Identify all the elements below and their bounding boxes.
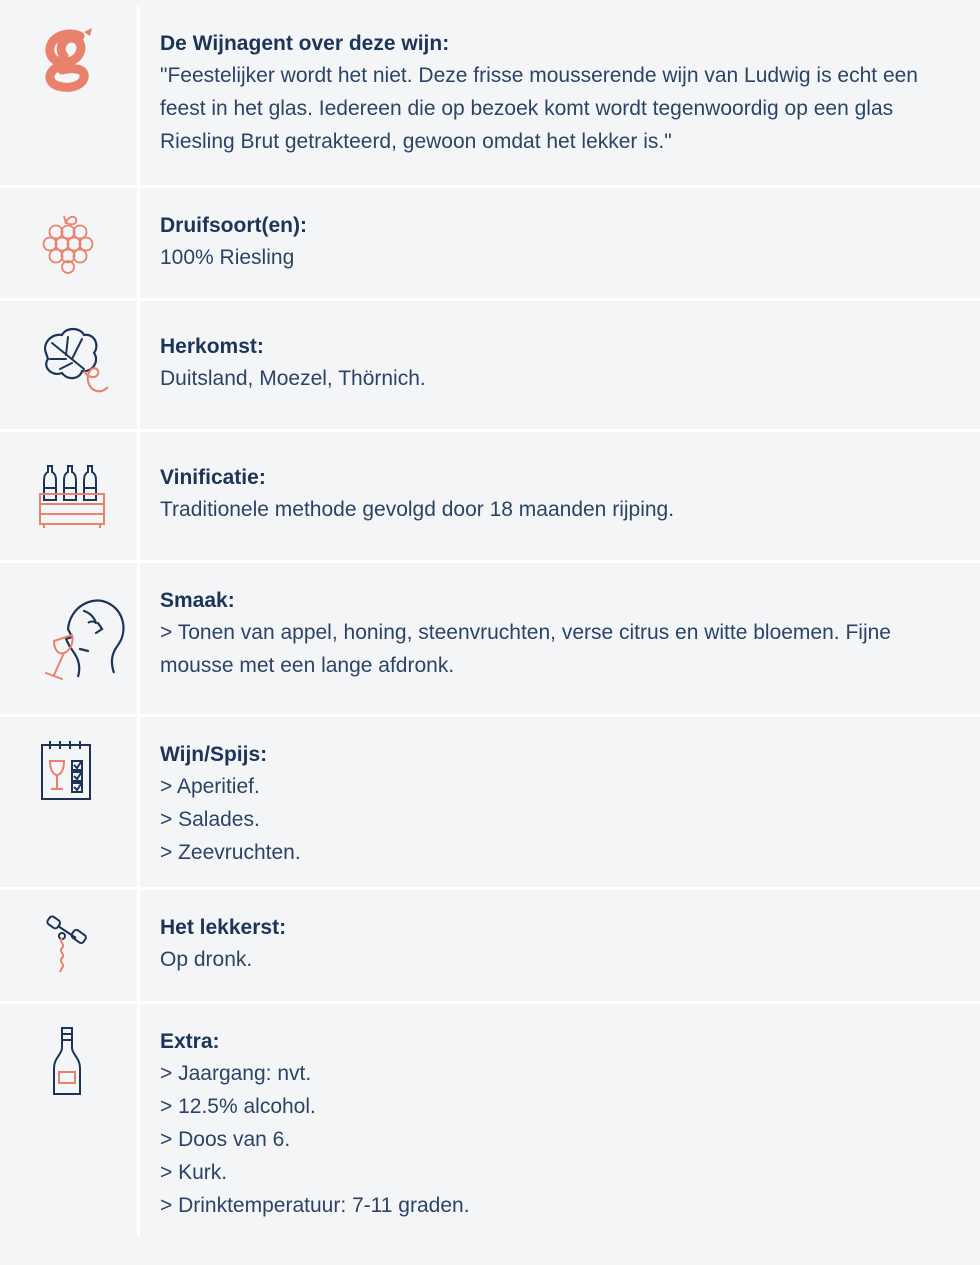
row-label: Vinificatie:	[160, 466, 266, 489]
row-vinificatie: Vinificatie: Traditionele methode gevolg…	[0, 432, 980, 563]
logo-g-icon	[45, 28, 92, 92]
pairing-checklist-icon	[41, 741, 91, 800]
wine-details-panel: De Wijnagent over deze wijn: "Feestelijk…	[0, 0, 980, 1265]
row-line: > Zeevruchten.	[160, 841, 301, 864]
icon-cell	[0, 563, 140, 714]
row-label: Het lekkerst:	[160, 916, 287, 939]
row-label: Wijn/Spijs:	[160, 743, 268, 766]
row-wijnagent: De Wijnagent over deze wijn: "Feestelijk…	[0, 6, 980, 188]
tasting-face-icon	[45, 599, 125, 680]
row-value: Op dronk.	[160, 948, 253, 971]
row-label: De Wijnagent over deze wijn:	[160, 32, 450, 55]
row-value: Traditionele methode gevolgd door 18 maa…	[160, 498, 675, 521]
row-wijn-spijs: Wijn/Spijs: > Aperitief. > Salades. > Ze…	[0, 717, 980, 890]
row-value: 100% Riesling	[160, 246, 295, 269]
row-smaak: Smaak: > Tonen van appel, honing, steenv…	[0, 563, 980, 717]
row-line: > Kurk.	[160, 1161, 228, 1184]
icon-cell	[0, 6, 140, 185]
row-line: > Aperitief.	[160, 775, 260, 798]
vine-leaf-icon	[44, 327, 109, 393]
wine-crate-icon	[39, 465, 105, 528]
champagne-bottle-icon	[53, 1027, 81, 1095]
grapes-icon	[42, 215, 94, 274]
row-value: > Tonen van appel, honing, steenvruchten…	[160, 621, 891, 677]
corkscrew-icon	[46, 915, 87, 973]
row-line: > Jaargang: nvt.	[160, 1062, 312, 1085]
icon-cell	[0, 432, 140, 560]
row-label: Druifsoort(en):	[160, 214, 307, 237]
row-line: > Doos van 6.	[160, 1128, 291, 1151]
row-label: Extra:	[160, 1030, 220, 1053]
row-druifsoort: Druifsoort(en): 100% Riesling	[0, 188, 980, 301]
row-herkomst: Herkomst: Duitsland, Moezel, Thörnich.	[0, 301, 980, 432]
icon-cell	[0, 717, 140, 887]
row-extra: Extra: > Jaargang: nvt. > 12.5% alcohol.…	[0, 1004, 980, 1237]
row-label: Herkomst:	[160, 335, 264, 358]
row-line: > 12.5% alcohol.	[160, 1095, 316, 1118]
row-line: > Drinktemperatuur: 7-11 graden.	[160, 1194, 470, 1217]
icon-cell	[0, 890, 140, 1001]
row-het-lekkerst: Het lekkerst: Op dronk.	[0, 890, 980, 1004]
row-label: Smaak:	[160, 589, 235, 612]
icon-cell	[0, 1004, 140, 1237]
icon-cell	[0, 188, 140, 298]
icon-cell	[0, 301, 140, 429]
row-value: "Feestelijker wordt het niet. Deze friss…	[160, 64, 918, 153]
row-value: Duitsland, Moezel, Thörnich.	[160, 367, 426, 390]
row-line: > Salades.	[160, 808, 260, 831]
